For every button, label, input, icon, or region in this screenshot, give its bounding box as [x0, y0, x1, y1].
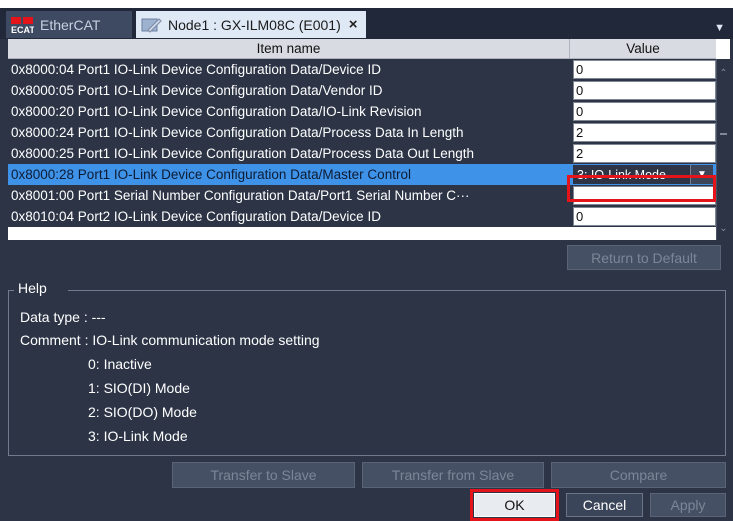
vertical-scrollbar[interactable]: ⌃ ⌄ — [716, 59, 730, 240]
dropdown-selected-value: 3: IO-Link Mode — [577, 167, 666, 182]
row-value-field[interactable]: 0 — [573, 60, 716, 79]
tab-ethercat-label: EtherCAT — [40, 16, 101, 33]
node-config-icon — [140, 16, 162, 34]
return-to-default-button[interactable]: Return to Default — [567, 245, 721, 270]
help-option: 2: SIO(DO) Mode — [88, 404, 197, 420]
row-value-field[interactable]: 2 — [573, 123, 716, 142]
transfer-from-slave-button[interactable]: Transfer from Slave — [362, 462, 544, 488]
table-row[interactable]: 0x8000:20 Port1 IO-Link Device Configura… — [8, 101, 716, 122]
row-value-field[interactable]: 0 — [573, 81, 716, 100]
column-header-item-name: Item name — [8, 39, 570, 59]
ok-button[interactable]: OK — [474, 493, 555, 517]
row-item-name: 0x8000:24 Port1 IO-Link Device Configura… — [11, 125, 464, 140]
row-item-name: 0x8000:20 Port1 IO-Link Device Configura… — [11, 104, 422, 119]
row-value-field[interactable] — [573, 186, 716, 205]
parameter-table: Item name Value 0x8000:04 Port1 IO-Link … — [8, 39, 730, 240]
row-item-name: 0x8000:04 Port1 IO-Link Device Configura… — [11, 62, 381, 77]
table-row[interactable]: 0x8010:04 Port2 IO-Link Device Configura… — [8, 206, 716, 227]
help-frame-line — [68, 290, 726, 291]
table-row[interactable]: 0x8000:24 Port1 IO-Link Device Configura… — [8, 122, 716, 143]
row-item-name: 0x8000:28 Port1 IO-Link Device Configura… — [11, 167, 411, 182]
table-rows: 0x8000:04 Port1 IO-Link Device Configura… — [8, 59, 716, 240]
compare-button[interactable]: Compare — [551, 462, 726, 488]
scroll-up-icon[interactable]: ⌃ — [717, 65, 730, 81]
help-title: Help — [18, 280, 47, 296]
table-row-selected[interactable]: 0x8000:28 Port1 IO-Link Device Configura… — [8, 164, 716, 185]
row-value-field[interactable]: 0 — [573, 102, 716, 121]
table-row[interactable]: 0x8000:25 Port1 IO-Link Device Configura… — [8, 143, 716, 164]
cancel-button[interactable]: Cancel — [566, 493, 643, 517]
column-header-value: Value — [570, 39, 716, 59]
top-border — [0, 0, 733, 8]
scroll-down-icon[interactable]: ⌄ — [717, 220, 730, 236]
tab-list-dropdown-icon[interactable]: ▼ — [714, 22, 725, 34]
table-row[interactable]: 0x8001:00 Port1 Serial Number Configurat… — [8, 185, 716, 206]
row-item-name: 0x8010:04 Port2 IO-Link Device Configura… — [11, 209, 381, 224]
help-option: 1: SIO(DI) Mode — [88, 380, 190, 396]
row-item-name: 0x8000:25 Port1 IO-Link Device Configura… — [11, 146, 475, 161]
help-frame-line — [8, 290, 14, 291]
tab-ethercat[interactable]: ECAT EtherCAT — [6, 11, 132, 38]
row-value-field[interactable]: 0 — [573, 207, 716, 226]
row-value-field[interactable]: 2 — [573, 144, 716, 163]
help-option: 0: Inactive — [88, 356, 152, 372]
master-control-dropdown[interactable]: 3: IO-Link Mode ▼ — [573, 165, 713, 184]
tab-node1[interactable]: Node1 : GX-ILM08C (E001) × — [136, 11, 366, 38]
apply-button[interactable]: Apply — [650, 493, 726, 517]
help-option: 3: IO-Link Mode — [88, 428, 188, 444]
transfer-to-slave-button[interactable]: Transfer to Slave — [172, 462, 355, 488]
close-icon[interactable]: × — [349, 16, 358, 33]
help-comment: Comment : IO-Link communication mode set… — [20, 332, 320, 348]
tab-node1-label: Node1 : GX-ILM08C (E001) — [168, 16, 341, 33]
row-item-name: 0x8000:05 Port1 IO-Link Device Configura… — [11, 83, 383, 98]
help-data-type: Data type : --- — [20, 309, 106, 325]
row-item-name: 0x8001:00 Port1 Serial Number Configurat… — [11, 188, 470, 203]
ecat-icon: ECAT — [10, 15, 34, 35]
chevron-down-icon[interactable]: ▼ — [690, 165, 713, 184]
svg-text:ECAT: ECAT — [11, 25, 34, 35]
table-row[interactable]: 0x8000:05 Port1 IO-Link Device Configura… — [8, 80, 716, 101]
table-row[interactable]: 0x8000:04 Port1 IO-Link Device Configura… — [8, 59, 716, 80]
scroll-thumb[interactable] — [720, 133, 727, 135]
